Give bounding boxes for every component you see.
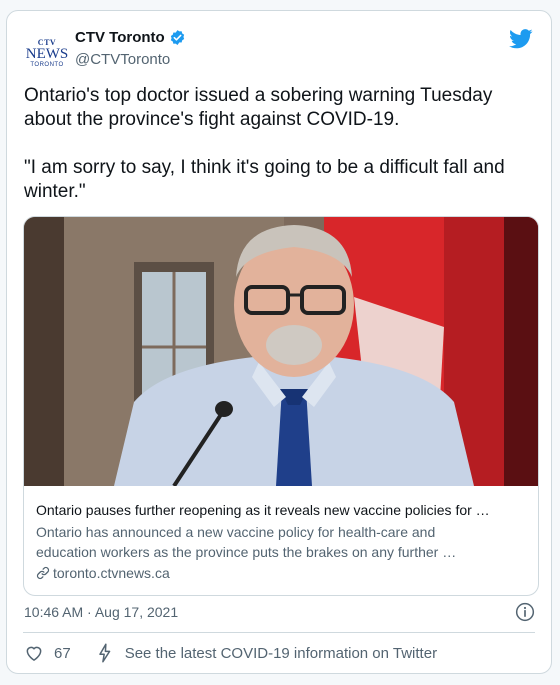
verified-badge-icon xyxy=(170,30,184,45)
heart-icon[interactable] xyxy=(24,643,44,663)
tweet-actions: 67 See the latest COVID-19 information o… xyxy=(24,643,437,663)
info-icon[interactable] xyxy=(515,602,535,622)
link-card-domain[interactable]: toronto.ctvnews.ca xyxy=(36,565,170,581)
link-card-title[interactable]: Ontario pauses further reopening as it r… xyxy=(36,502,524,518)
tweet-card: CTV NEWS TORONTO CTV Toronto @CTVToronto… xyxy=(6,10,552,674)
lightning-icon xyxy=(98,643,111,663)
link-card-description-line-2: education workers as the province puts t… xyxy=(36,544,457,560)
link-card-description-line-1: Ontario has announced a new vaccine poli… xyxy=(36,524,436,540)
link-card-domain-text: toronto.ctvnews.ca xyxy=(53,565,170,581)
divider xyxy=(23,632,535,633)
ctv-news-logo[interactable]: CTV NEWS TORONTO xyxy=(25,31,69,75)
logo-news: NEWS xyxy=(25,46,69,62)
author-name[interactable]: CTV Toronto xyxy=(75,29,165,46)
tweet-paragraph-2: "I am sorry to say, I think it's going t… xyxy=(24,157,505,202)
twitter-bird-icon[interactable] xyxy=(509,29,533,49)
link-preview-card[interactable]: Ontario pauses further reopening as it r… xyxy=(23,216,539,596)
logo-city: TORONTO xyxy=(30,62,64,68)
article-photo xyxy=(24,217,538,486)
tweet-paragraph-1: Ontario's top doctor issued a sobering w… xyxy=(24,85,493,130)
author-handle[interactable]: @CTVToronto xyxy=(75,51,170,68)
author-name-row[interactable]: CTV Toronto xyxy=(75,29,186,46)
link-card-description: Ontario has announced a new vaccine poli… xyxy=(36,522,524,562)
like-count[interactable]: 67 xyxy=(54,645,71,662)
covid-info-link[interactable]: See the latest COVID-19 information on T… xyxy=(125,645,437,662)
link-icon xyxy=(36,566,50,580)
tweet-timestamp[interactable]: 10:46 AM · Aug 17, 2021 xyxy=(24,604,178,620)
tweet-text: Ontario's top doctor issued a sobering w… xyxy=(24,84,539,204)
